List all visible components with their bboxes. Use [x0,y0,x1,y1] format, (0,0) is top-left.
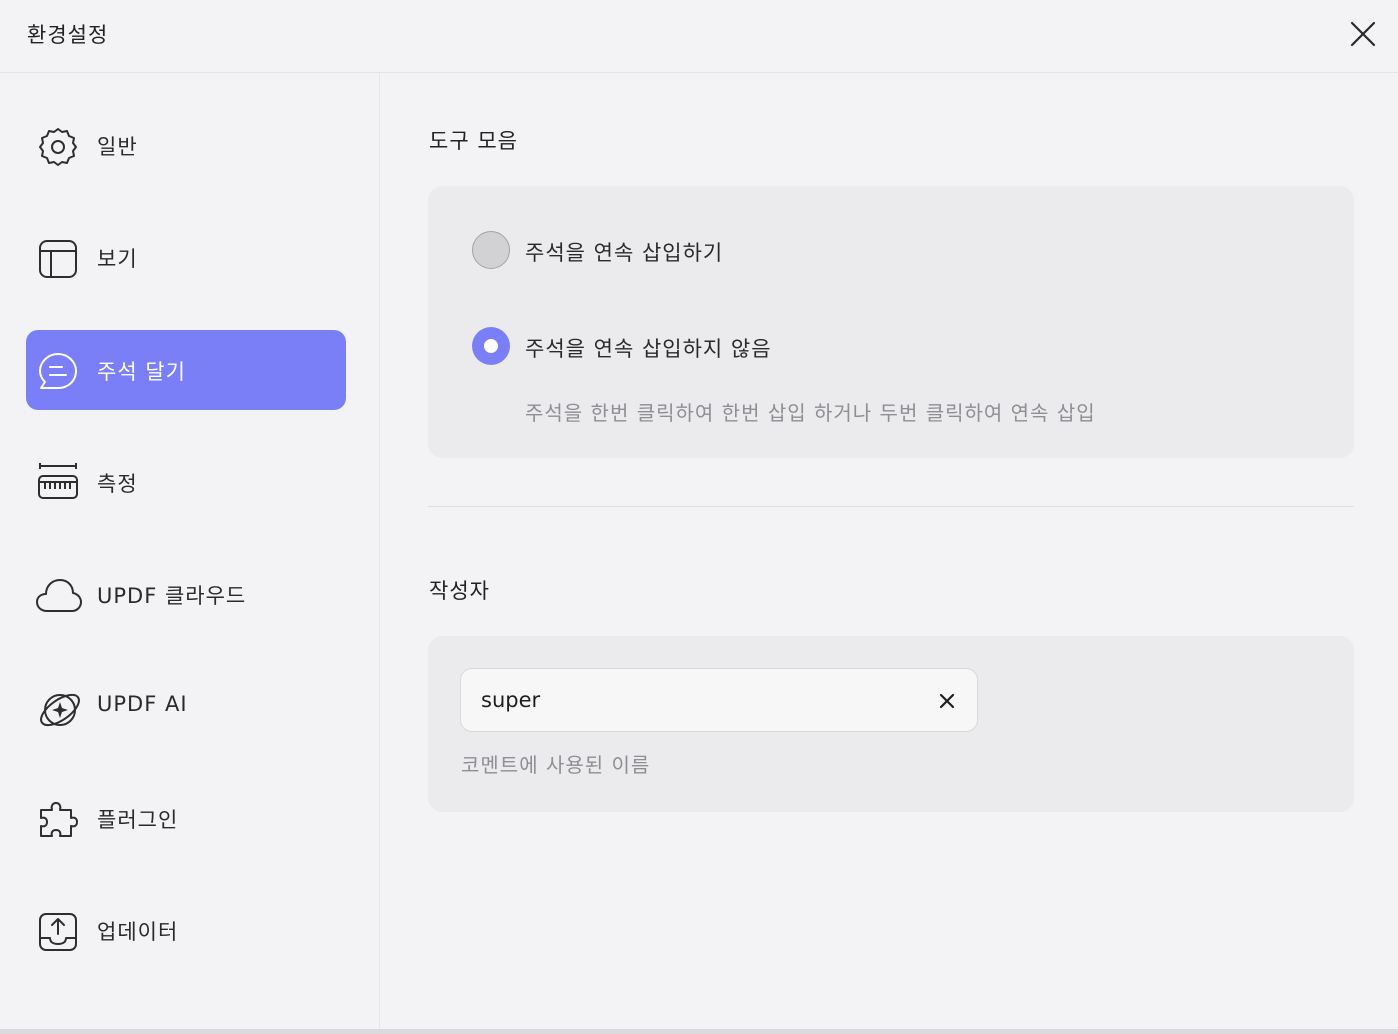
author-name-input[interactable]: super [460,668,978,732]
toolbar-options-card: 주석을 연속 삽입하기 주석을 연속 삽입하지 않음 주석을 한번 클릭하여 한… [428,186,1354,458]
sidebar-item-label: UPDF AI [97,692,188,716]
puzzle-icon [36,798,80,842]
toolbar-hint: 주석을 한번 클릭하여 한번 삽입 하거나 두번 클릭하여 연속 삽입 [525,401,1096,425]
sidebar-item-general[interactable]: 일반 [26,105,346,185]
sidebar-item-updf-ai[interactable]: UPDF AI [26,666,346,746]
sidebar-item-plugin[interactable]: 플러그인 [26,778,346,858]
sidebar-item-label: 주석 달기 [97,360,186,384]
window-title: 환경설정 [27,23,109,47]
sidebar-item-updater[interactable]: 업데이터 [26,890,346,970]
gear-icon [36,125,80,169]
close-button[interactable] [1346,17,1380,51]
sidebar-item-label: 플러그인 [97,808,179,832]
close-icon [1350,21,1376,47]
sidebar-item-label: 일반 [97,135,138,159]
settings-panel: 도구 모음 주석을 연속 삽입하기 주석을 연속 삽입하지 않음 주석을 한번 … [381,73,1398,1034]
layout-icon [36,237,80,281]
sidebar-item-view[interactable]: 보기 [26,217,346,297]
ai-sparkle-icon [36,686,80,730]
sidebar-item-label: 측정 [97,472,138,496]
comment-icon [36,350,80,394]
sidebar-item-comment[interactable]: 주석 달기 [26,330,346,410]
section-divider [428,506,1354,507]
preferences-window: 환경설정 일반 보기 주석 달기 측정 UPDF 클라우드 UPDF AI 플러… [0,0,1398,1034]
upload-icon [36,910,80,954]
sidebar-item-measure[interactable]: 측정 [26,442,346,522]
radio-button-selected[interactable] [472,327,510,365]
sidebar-item-label: 업데이터 [97,920,179,944]
radio-label: 주석을 연속 삽입하기 [525,241,724,265]
author-name-value[interactable]: super [481,688,540,712]
sidebar-item-label: UPDF 클라우드 [97,584,247,608]
toolbar-section-title: 도구 모음 [429,129,518,153]
window-bottom-edge [0,1029,1398,1034]
author-card: super 코멘트에 사용된 이름 [428,636,1354,812]
clear-icon [939,693,955,709]
ruler-icon [36,462,80,506]
cloud-icon [36,574,82,618]
sidebar-item-label: 보기 [97,247,138,271]
radio-label: 주석을 연속 삽입하지 않음 [525,337,772,361]
author-hint: 코멘트에 사용된 이름 [461,753,651,777]
sidebar: 일반 보기 주석 달기 측정 UPDF 클라우드 UPDF AI 플러그인 업데… [0,73,380,1034]
author-section-title: 작성자 [429,579,490,603]
title-bar: 환경설정 [0,0,1398,73]
radio-button-unselected[interactable] [472,231,510,269]
clear-input-button[interactable] [933,687,961,715]
sidebar-item-cloud[interactable]: UPDF 클라우드 [26,554,346,634]
